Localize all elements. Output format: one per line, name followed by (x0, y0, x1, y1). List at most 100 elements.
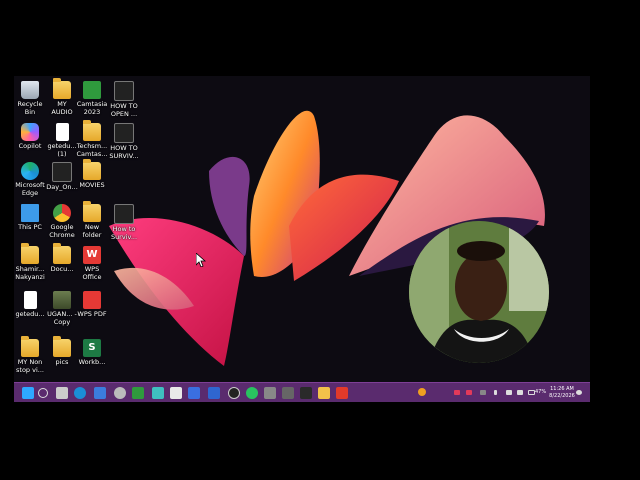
folder-icon (21, 243, 39, 264)
battery-icon[interactable] (528, 390, 535, 395)
folder-icon (21, 336, 39, 357)
desktop-icon[interactable]: Camtasia 2023 (76, 81, 108, 116)
wifi-icon[interactable] (506, 390, 512, 395)
desktop-icon[interactable]: Microsoft Edge (14, 162, 46, 197)
folder-icon (83, 120, 101, 141)
webcam-person-image (409, 221, 549, 363)
desktop-icon[interactable]: HOW TO OPEN ... (108, 81, 140, 118)
battery-percent: 47% (535, 389, 547, 395)
desktop-icon[interactable]: MY Non stop vi... (14, 336, 46, 374)
whatsapp-taskbar-icon[interactable] (246, 387, 258, 399)
file-explorer-taskbar-icon[interactable] (318, 387, 330, 399)
desktop-icon-label: HOW TO OPEN ... (110, 102, 138, 118)
video-file-icon (114, 81, 134, 101)
wps-pdf-icon (83, 291, 101, 309)
desktop-icon-label: MOVIES (79, 181, 105, 189)
app-taskbar-icon-8[interactable] (300, 387, 312, 399)
tray-app-icon-2[interactable] (466, 390, 472, 395)
app-taskbar-icon-2[interactable] (152, 387, 164, 399)
mouse-cursor-icon (196, 253, 206, 267)
clock-time: 11:26 AM (550, 386, 574, 392)
desktop-icon[interactable]: pics (46, 336, 78, 366)
desktop-icon-label: MY AUDIO (51, 100, 73, 116)
desktop-icon-label: Day_On... (46, 183, 78, 191)
desktop-icon[interactable]: UGAN... - Copy (46, 291, 78, 326)
volume-icon[interactable] (517, 390, 523, 395)
app-taskbar-icon-6[interactable] (228, 387, 240, 399)
camtasia-taskbar-icon[interactable] (336, 387, 348, 399)
folder-icon (53, 336, 71, 357)
desktop-icon-label: getedu... (15, 310, 45, 318)
tray-app-icon-3[interactable] (480, 390, 486, 395)
app-taskbar-icon-4[interactable] (188, 387, 200, 399)
desktop-icon[interactable]: getedu... (14, 291, 46, 318)
desktop-icon[interactable]: How to Surviv... (108, 204, 140, 241)
folder-icon (53, 78, 71, 99)
search-icon[interactable] (38, 388, 48, 398)
desktop-icon-label: New folder (82, 223, 102, 239)
desktop-icon-label: getedu... (1) (47, 142, 77, 158)
desktop-icon-label: Shamir... Nakyanzi (15, 265, 45, 281)
desktop-icon[interactable]: S Workb... (76, 339, 108, 366)
edge-taskbar-icon[interactable] (74, 387, 86, 399)
desktop-icon[interactable]: Shamir... Nakyanzi (14, 243, 46, 281)
recycle-bin-icon (21, 81, 39, 99)
weather-icon[interactable] (418, 388, 426, 396)
desktop-icon-label: Copilot (18, 142, 42, 150)
app-taskbar-icon-1[interactable] (132, 387, 144, 399)
microphone-icon[interactable] (494, 390, 497, 395)
desktop-icon-label: WPS PDF (77, 310, 107, 318)
desktop-icon[interactable]: Copilot (14, 123, 46, 150)
excel-file-icon: S (83, 339, 101, 357)
start-button[interactable] (22, 387, 34, 399)
desktop-icon-label: MY Non stop vi... (16, 358, 44, 374)
desktop-icon[interactable]: WPS PDF (76, 291, 108, 318)
clock-date: 8/22/2026 (549, 393, 575, 399)
desktop-icon-label: Docu... (50, 265, 74, 273)
task-view-icon[interactable] (56, 387, 68, 399)
store-taskbar-icon[interactable] (94, 387, 106, 399)
desktop-icon[interactable]: getedu... (1) (46, 123, 78, 158)
settings-taskbar-icon[interactable] (114, 387, 126, 399)
tray-app-icon-1[interactable] (454, 390, 460, 395)
taskbar: 47% 11:26 AM 8/22/2026 (14, 382, 590, 402)
notifications-icon[interactable] (576, 390, 582, 395)
image-file-icon (53, 291, 71, 309)
app-taskbar-icon-5[interactable] (208, 387, 220, 399)
desktop-icon[interactable]: HOW TO SURVIV... (108, 123, 140, 160)
desktop-icon-label: This PC (18, 223, 42, 231)
desktop-icon-label: Microsoft Edge (15, 181, 45, 197)
video-file-icon (114, 123, 134, 143)
zip-file-icon (52, 162, 72, 182)
app-taskbar-icon-7[interactable] (282, 387, 294, 399)
camera-taskbar-icon[interactable] (264, 387, 276, 399)
video-file-icon (114, 204, 134, 224)
desktop-icon[interactable]: Google Chrome (46, 204, 78, 239)
wps-office-icon: W (83, 246, 101, 264)
file-icon (23, 291, 37, 309)
desktop-icon[interactable]: New folder (76, 201, 108, 239)
desktop-icon-label: Workb... (78, 358, 106, 366)
folder-icon (83, 159, 101, 180)
desktop-icon-label: WPS Office (82, 265, 102, 281)
desktop-icon[interactable]: Docu... (46, 243, 78, 273)
desktop-icon-label: Google Chrome (49, 223, 75, 239)
folder-icon (53, 243, 71, 264)
webcam-overlay (409, 221, 549, 363)
app-taskbar-icon-3[interactable] (170, 387, 182, 399)
desktop-icon[interactable]: Day_On... (46, 162, 78, 191)
desktop-icon[interactable]: Techsm... Camtas... (76, 120, 108, 158)
desktop-icon[interactable]: MY AUDIO (46, 78, 78, 116)
this-pc-icon (21, 204, 39, 222)
desktop-icon-label: Recycle Bin (17, 100, 43, 116)
desktop-icon-label: pics (55, 358, 69, 366)
desktop-icon[interactable]: Recycle Bin (14, 81, 46, 116)
clock[interactable]: 11:26 AM 8/22/2026 (547, 386, 577, 400)
copilot-icon (21, 123, 39, 141)
desktop-icon[interactable]: MOVIES (76, 159, 108, 189)
desktop-icon-label: Camtasia 2023 (76, 100, 108, 116)
desktop-icon-label: How to Surviv... (110, 225, 138, 241)
desktop-icon-label: Techsm... Camtas... (76, 142, 108, 158)
desktop-icon[interactable]: This PC (14, 204, 46, 231)
desktop-icon[interactable]: W WPS Office (76, 246, 108, 281)
